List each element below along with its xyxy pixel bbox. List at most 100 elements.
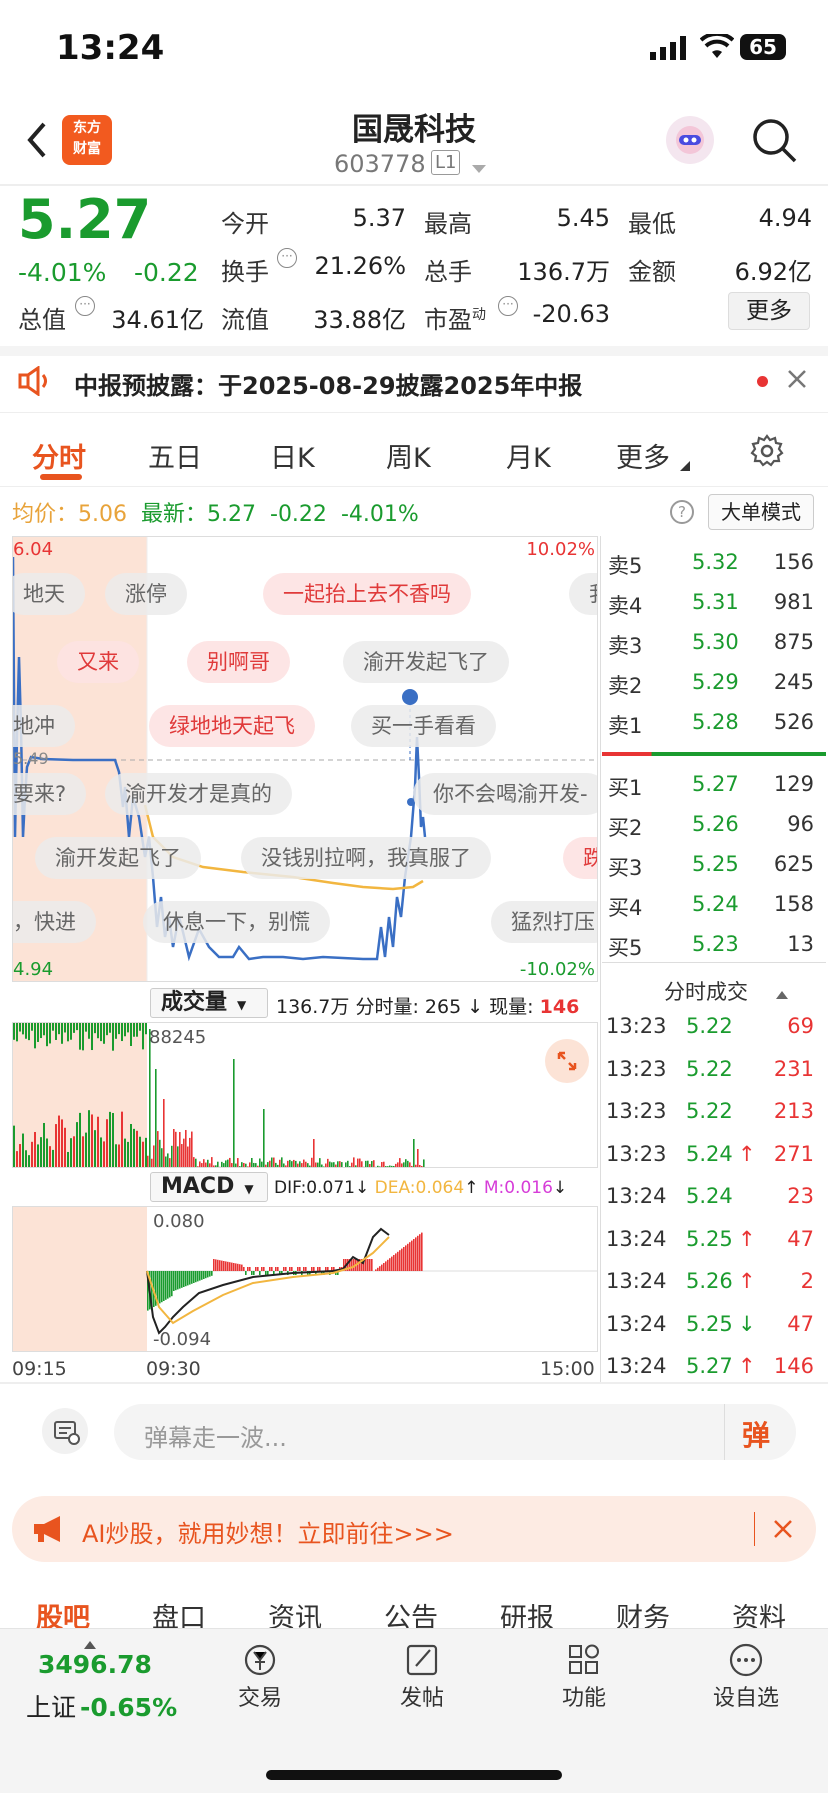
search-icon[interactable] [752,118,798,168]
level-badge[interactable]: L1 [431,150,461,175]
more-button[interactable]: 更多 [728,292,810,330]
danmu-input[interactable]: 弹幕走一波... 弹 [114,1404,796,1460]
danmu-bubble[interactable]: 地冲 [13,705,75,747]
chevron-down-icon[interactable] [472,160,486,179]
macd-chart[interactable]: 0.080 -0.094 [12,1206,598,1352]
ai-assistant-icon[interactable] [666,116,714,164]
volume-bar [247,1166,249,1167]
notice-text[interactable]: 中报预披露：于2025-08-29披露2025年中报 [74,366,582,401]
settings-gear-icon[interactable] [750,434,784,472]
macd-bar [311,1267,313,1271]
macd-bar [405,1245,407,1271]
danmu-bubble[interactable]: ，快进 [13,901,96,943]
macd-indicator-select[interactable]: MACD ▼ [150,1172,268,1202]
volume-bar [311,1157,313,1167]
close-icon[interactable] [772,1518,794,1540]
nav-trade[interactable]: 交易 [200,1640,320,1712]
big-order-mode-button[interactable]: 大单模式 [708,494,814,530]
danmu-settings-icon[interactable] [42,1408,88,1454]
order-book-row[interactable]: 卖4 5.31 981 [604,584,820,622]
tab-5day[interactable]: 五日 [148,436,202,475]
order-book-row[interactable]: 买3 5.25 625 [604,846,820,884]
tab-daily-k[interactable]: 日K [270,436,315,475]
caret-up-icon[interactable] [776,984,788,1003]
trade-time: 13:24 [606,1226,667,1251]
volume-chart[interactable]: 88245 [12,1022,598,1168]
danmu-bubble[interactable]: 渝开发起飞了 [35,837,201,879]
volume-bar [73,1136,75,1167]
ob-price: 5.25 [692,852,739,876]
danmu-bubble[interactable]: 渝开发起飞了 [343,641,509,683]
info-dots-icon[interactable]: ··· [75,296,95,316]
danmu-bubble[interactable]: 你不会喝渝开发- [413,773,597,815]
trade-row: 13:24 5.25 ↑ 47 [604,1219,820,1261]
order-book-row[interactable]: 卖1 5.28 526 [604,704,820,742]
trade-arrow: ↑ [738,1226,756,1251]
tab-monthly-k[interactable]: 月K [506,436,551,475]
order-book-row[interactable]: 买1 5.27 129 [604,766,820,804]
volume-indicator-select[interactable]: 成交量 ▼ [150,988,268,1018]
volume-bar [233,1059,235,1167]
danmu-bubble[interactable]: 没钱别拉啊，我真服了 [241,837,491,879]
more-dots-icon [729,1643,763,1677]
help-icon[interactable]: ? [670,500,694,524]
ad-banner[interactable]: AI炒股，就用妙想！立即前往>>> [12,1496,816,1562]
index-value[interactable]: 3496.78 [38,1650,152,1679]
danmu-bubble[interactable]: 渝开发才是真的 [105,773,292,815]
order-book-row[interactable]: 卖3 5.30 875 [604,624,820,662]
nav-post[interactable]: 发帖 [362,1640,482,1712]
info-dots-icon[interactable]: ··· [277,248,297,268]
order-book-row[interactable]: 买4 5.24 158 [604,886,820,924]
info-dots-icon[interactable]: ··· [498,296,518,316]
volume-bar [153,1145,155,1167]
close-icon[interactable] [786,368,808,394]
danmu-bubble[interactable]: 又来 [57,641,139,683]
intraday-price-chart[interactable]: 6.04 10.02% 5.49 4.94 -10.02% 地天 涨停 一起抬上… [12,536,598,982]
tab-intraday[interactable]: 分时 [32,436,86,475]
danmu-bubble[interactable]: 一起抬上去不香吗 [263,573,471,615]
volume-bar [187,1146,189,1167]
danmu-bubble[interactable]: 别啊哥 [187,641,290,683]
ob-volume: 129 [773,772,814,796]
danmu-bubble[interactable]: 要来? [13,773,87,815]
order-book-row[interactable]: 卖5 5.32 156 [604,544,820,582]
low-value: 4.94 [758,204,812,232]
volume-bars [13,1023,425,1167]
price-max-label: 6.04 [13,539,54,560]
danmu-bubble[interactable]: 买一手看看 [351,705,496,747]
volume-label: 总手 [424,258,472,286]
order-book-row[interactable]: 卖2 5.29 245 [604,664,820,702]
macd-bar [231,1262,233,1271]
danmu-bubble[interactable]: 跌 [563,837,597,879]
volume-bar [219,1166,221,1167]
index-summary[interactable]: 上证 -0.65% [26,1688,177,1724]
trade-time: 13:24 [606,1184,667,1208]
send-danmu-button[interactable]: 弹 [742,1414,770,1454]
danmu-bubble[interactable]: 涨停 [105,573,187,615]
danmu-bubble[interactable]: 地天 [13,573,85,615]
trade-volume: 271 [773,1141,814,1166]
danmu-bubble[interactable]: 绿地地天起飞 [149,705,315,747]
volume-bar [347,1160,349,1167]
volume-bar [139,1136,141,1167]
macd-bar [379,1266,381,1271]
volume-bar [19,1144,21,1167]
macd-bar [263,1267,265,1271]
tab-more[interactable]: 更多 [616,436,670,475]
danmu-bubble[interactable]: 猛烈打压 [491,901,597,943]
volume-bar [103,1141,105,1167]
macd-bar [197,1271,199,1282]
volume-bar [142,1023,144,1050]
nav-functions[interactable]: 功能 [524,1640,644,1712]
nav-add-watchlist[interactable]: 设自选 [686,1640,806,1712]
macd-bar [367,1259,369,1271]
trade-volume: 47 [787,1311,814,1336]
expand-icon[interactable] [545,1039,589,1083]
danmu-bubble[interactable]: 休息一下，别慌 [143,901,330,943]
macd-bar [235,1263,237,1271]
order-book-row[interactable]: 买5 5.23 13 [604,926,820,964]
volume-bar [337,1161,339,1167]
tab-weekly-k[interactable]: 周K [386,436,431,475]
trades-title[interactable]: 分时成交 [664,976,748,1006]
order-book-row[interactable]: 买2 5.26 96 [604,806,820,844]
